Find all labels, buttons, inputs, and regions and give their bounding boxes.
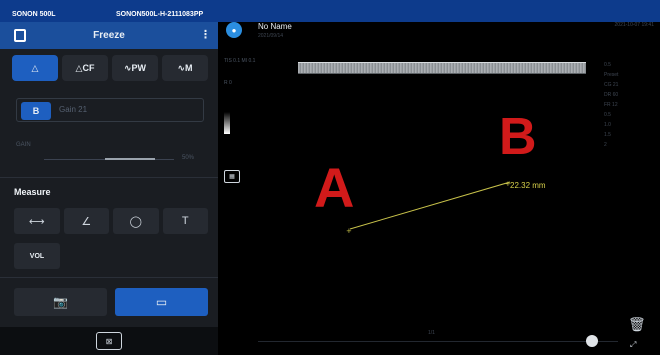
label-a: A <box>314 156 355 219</box>
cine-frame-label: 1/1 <box>428 330 435 336</box>
more-menu-icon[interactable]: ⋮ <box>200 28 211 41</box>
gain-slider-fill[interactable] <box>105 158 155 160</box>
measurement-line[interactable]: + + <box>218 22 660 355</box>
trash-icon[interactable]: 🗑 <box>628 316 646 333</box>
measure-tools: ⟷ ∠ ◯ T <box>14 208 208 234</box>
device-model: SONON 500L <box>12 11 56 18</box>
b-mode-value: Gain 21 <box>59 105 88 114</box>
capture-buttons: 📷 ▭ <box>14 288 208 316</box>
divider <box>0 177 218 178</box>
b-mode-row: B Gain 21 <box>16 98 204 122</box>
divider <box>0 277 218 278</box>
ellipse-tool-button[interactable]: ◯ <box>113 208 159 234</box>
device-bar: SONON 500L SONON500L-H-2111083PP <box>0 0 660 22</box>
device-serial: SONON500L-H-2111083PP <box>116 11 204 18</box>
mode-cf-button[interactable]: △CF <box>62 55 108 81</box>
b-mode-button[interactable]: B <box>21 102 51 120</box>
label-b: B <box>499 108 537 166</box>
cine-icon: ▭ <box>155 295 168 309</box>
expand-icon[interactable]: ⤢ <box>630 340 636 350</box>
panel-footer: ⊠ <box>0 327 218 355</box>
cine-slider-knob[interactable] <box>586 335 598 347</box>
gain-value: 50% <box>182 155 195 161</box>
measure-title: Measure <box>14 187 51 197</box>
camera-button[interactable]: 📷 <box>14 288 107 316</box>
mode-b-button[interactable]: △ <box>12 55 58 81</box>
freeze-title[interactable]: Freeze <box>0 30 218 41</box>
camera-icon: 📷 <box>53 295 68 309</box>
panel-header: Freeze ⋮ <box>0 22 218 49</box>
volume-button[interactable]: VOL <box>14 243 60 269</box>
distance-tool-button[interactable]: ⟷ <box>14 208 60 234</box>
cine-slider-track[interactable] <box>258 341 618 342</box>
mode-selector: △ △CF ∿PW ∿M <box>12 55 208 83</box>
cine-button[interactable]: ▭ <box>115 288 208 316</box>
measurement-value: 22.32 mm <box>510 181 546 190</box>
text-tool-button[interactable]: T <box>162 208 208 234</box>
mode-m-button[interactable]: ∿M <box>162 55 208 81</box>
cine-slider[interactable]: 1/1 <box>258 330 618 352</box>
ultrasound-image-area[interactable]: ● No Name 2021/09/14 2021-10-07 19:41 TI… <box>218 22 660 355</box>
svg-text:+: + <box>346 227 352 235</box>
mode-pw-button[interactable]: ∿PW <box>112 55 158 81</box>
angle-tool-button[interactable]: ∠ <box>63 208 109 234</box>
control-panel: Freeze ⋮ △ △CF ∿PW ∿M B Gain 21 GAIN 50%… <box>0 22 218 355</box>
fullscreen-image-icon[interactable]: ⊠ <box>96 332 122 350</box>
gain-label: GAIN <box>16 142 31 148</box>
